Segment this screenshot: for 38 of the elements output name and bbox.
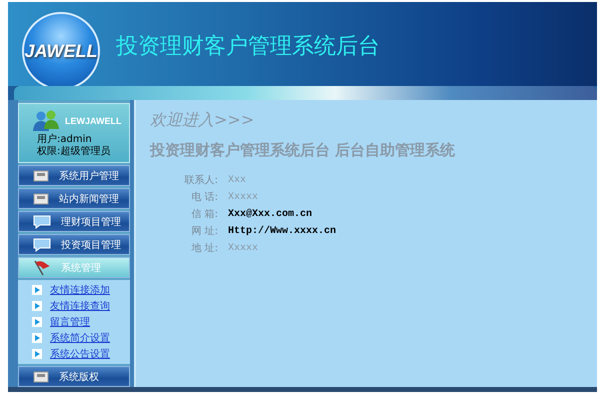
contact-label: 网 址: bbox=[190, 225, 218, 238]
system-title: 投资理财客户管理系统后台 bbox=[116, 33, 380, 61]
contact-value: Xxxxx bbox=[228, 242, 258, 256]
contact-value: Xxx bbox=[228, 174, 246, 188]
user-account: 用户:admin bbox=[37, 134, 93, 146]
user-name: LEWJAWELL bbox=[65, 116, 122, 126]
menu-item[interactable]: 系统用户管理 bbox=[18, 165, 130, 186]
speech-bubble-icon bbox=[33, 238, 51, 252]
welcome-text: 欢迎进入>>> bbox=[150, 110, 256, 132]
speech-bubble-icon bbox=[33, 214, 51, 229]
menu-item[interactable]: 投资项目管理 bbox=[18, 234, 130, 256]
document-icon bbox=[33, 192, 49, 205]
document-icon bbox=[33, 370, 49, 383]
play-icon bbox=[32, 301, 42, 312]
document-icon bbox=[33, 170, 49, 182]
contact-value: Xxxxx bbox=[228, 191, 258, 204]
menu-item[interactable]: 系统版权 bbox=[18, 366, 130, 388]
contact-label: 联系人: bbox=[184, 174, 218, 188]
contact-value: Http://Www.xxxx.cn bbox=[228, 225, 336, 238]
play-icon bbox=[32, 285, 42, 296]
contact-value: Xxx@Xxx.com.cn bbox=[228, 208, 312, 222]
menu-item[interactable]: 理财项目管理 bbox=[18, 211, 130, 232]
submenu-link[interactable]: 系统公告设置 bbox=[50, 347, 110, 362]
users-icon bbox=[33, 110, 59, 132]
menu-item[interactable]: 站内新闻管理 bbox=[18, 188, 130, 210]
flag-icon bbox=[33, 260, 51, 276]
submenu-link[interactable]: 友情连接添加 bbox=[50, 283, 110, 298]
submenu-link[interactable]: 系统简介设置 bbox=[50, 331, 110, 346]
play-icon bbox=[32, 317, 42, 328]
contact-label: 电 话: bbox=[190, 191, 218, 204]
contact-label: 信 箱: bbox=[190, 208, 218, 222]
page-heading: 投资理财客户管理系统后台 后台自助管理系统 bbox=[150, 141, 456, 160]
play-icon bbox=[32, 349, 42, 360]
user-role: 权限:超级管理员 bbox=[37, 146, 112, 158]
submenu-link[interactable]: 友情连接查询 bbox=[50, 299, 110, 314]
submenu-link[interactable]: 留言管理 bbox=[50, 315, 90, 330]
play-icon bbox=[32, 333, 42, 344]
contact-label: 地 址: bbox=[190, 242, 218, 256]
